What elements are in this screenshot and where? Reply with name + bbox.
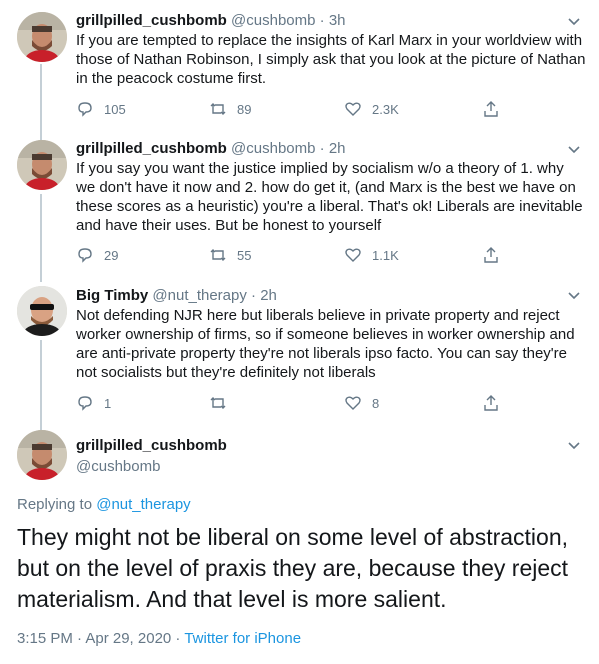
share-button[interactable]	[482, 246, 500, 264]
reply-icon	[78, 102, 92, 117]
author-name[interactable]: grillpilled_cushbomb	[76, 435, 586, 456]
replying-to: Replying to @nut_therapy	[17, 496, 191, 513]
thread-line	[40, 64, 42, 140]
tweet-1[interactable]: grillpilled_cushbomb @cushbomb · 3h If y…	[0, 0, 599, 140]
chevron-down-icon[interactable]	[567, 14, 581, 28]
author-handle[interactable]: @nut_therapy	[152, 287, 246, 304]
reply-button[interactable]: 105	[76, 100, 126, 118]
chevron-down-icon[interactable]	[567, 288, 581, 302]
heart-icon	[345, 248, 361, 262]
separator: ·	[315, 140, 329, 157]
chevron-down-icon[interactable]	[567, 142, 581, 156]
tweet-text: Not defending NJR here but liberals beli…	[76, 307, 575, 381]
separator: ·	[315, 12, 329, 29]
like-count: 8	[372, 395, 380, 411]
tweet-text: If you are tempted to replace the insigh…	[76, 32, 586, 87]
thread-line	[40, 194, 42, 282]
avatar[interactable]	[17, 430, 67, 480]
like-count: 2.3K	[372, 101, 399, 117]
tweet-2[interactable]: grillpilled_cushbomb @cushbomb · 2h If y…	[0, 130, 599, 282]
reply-target-link[interactable]: @nut_therapy	[96, 496, 190, 513]
reply-button[interactable]: 1	[76, 394, 111, 412]
avatar[interactable]	[17, 286, 67, 336]
retweet-icon	[210, 103, 226, 115]
retweet-button[interactable]: 89	[209, 100, 251, 118]
thread-line	[40, 340, 42, 432]
tweet-footer: 3:15 PM · Apr 29, 2020 · Twitter for iPh…	[17, 630, 301, 647]
reply-icon	[78, 248, 92, 263]
tweet-3[interactable]: Big Timby @nut_therapy · 2h Not defendin…	[0, 278, 599, 432]
heart-icon	[345, 396, 361, 410]
avatar[interactable]	[17, 140, 67, 190]
reply-count: 29	[104, 247, 119, 263]
like-button[interactable]: 2.3K	[344, 100, 399, 118]
main-tweet-text: They might not be liberal on some level …	[17, 524, 569, 612]
chevron-down-icon[interactable]	[567, 438, 581, 452]
retweet-button[interactable]	[209, 394, 237, 412]
tweet-text: If you say you want the justice implied …	[76, 160, 583, 234]
tweet-time[interactable]: 2h	[329, 140, 346, 157]
heart-icon	[345, 102, 361, 116]
retweet-count: 55	[237, 247, 252, 263]
share-button[interactable]	[482, 100, 500, 118]
avatar[interactable]	[17, 12, 67, 62]
like-button[interactable]: 8	[344, 394, 379, 412]
share-icon	[484, 101, 498, 117]
retweet-button[interactable]: 55	[209, 246, 251, 264]
reply-button[interactable]: 29	[76, 246, 118, 264]
share-icon	[484, 395, 498, 411]
retweet-count: 89	[237, 101, 252, 117]
tweet-time[interactable]: 3h	[329, 12, 346, 29]
like-count: 1.1K	[372, 247, 399, 263]
author-handle[interactable]: @cushbomb	[231, 12, 315, 29]
author-name[interactable]: grillpilled_cushbomb	[76, 140, 227, 157]
author-handle[interactable]: @cushbomb	[76, 456, 586, 477]
share-icon	[484, 247, 498, 263]
timestamp[interactable]: 3:15 PM · Apr 29, 2020 ·	[17, 630, 184, 647]
reply-icon	[78, 396, 92, 411]
source-link[interactable]: Twitter for iPhone	[184, 630, 301, 647]
tweet-time[interactable]: 2h	[260, 287, 277, 304]
reply-count: 1	[104, 395, 112, 411]
like-button[interactable]: 1.1K	[344, 246, 399, 264]
author-handle[interactable]: @cushbomb	[231, 140, 315, 157]
share-button[interactable]	[482, 394, 500, 412]
reply-count: 105	[104, 101, 126, 117]
author-name[interactable]: grillpilled_cushbomb	[76, 12, 227, 29]
author-name[interactable]: Big Timby	[76, 287, 148, 304]
retweet-icon	[210, 397, 226, 409]
separator: ·	[246, 287, 261, 304]
retweet-icon	[210, 249, 226, 261]
replying-label: Replying to	[17, 496, 93, 513]
